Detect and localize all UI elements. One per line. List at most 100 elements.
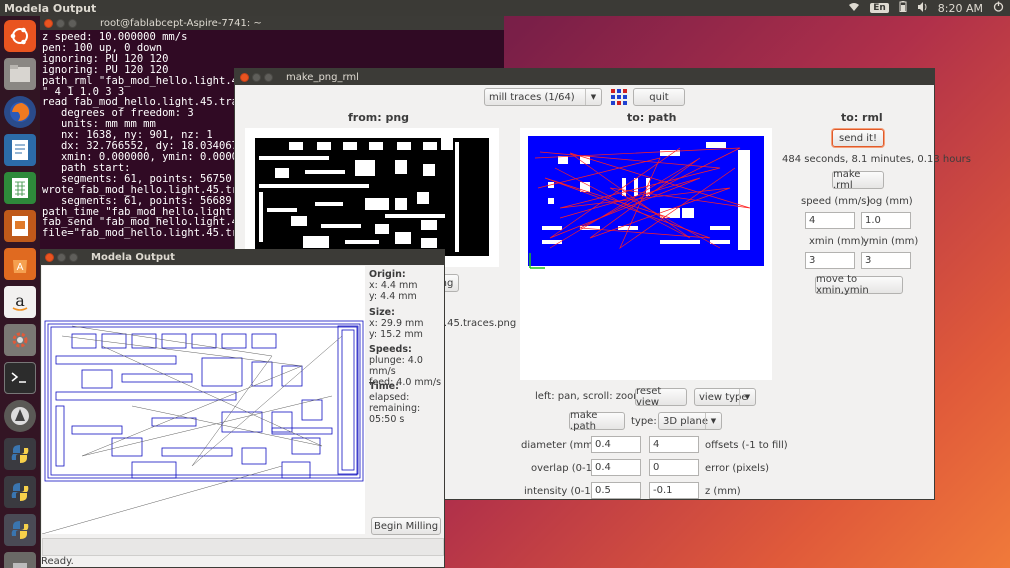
close-icon[interactable] [240,72,249,82]
plunge-speed: plunge: 4.0 mm/s [369,355,423,377]
window-title: make_png_rml [286,71,359,83]
power-icon[interactable] [993,1,1004,15]
wifi-icon[interactable] [848,2,860,15]
svg-text:A: A [17,262,24,273]
impress-icon[interactable] [4,210,36,242]
remaining-time: remaining: 05:50 s [369,403,421,425]
terminal-titlebar[interactable]: root@fablabcept-Aspire-7741: ~ [40,16,504,30]
error-label: error (pixels) [705,463,770,474]
writer-icon[interactable] [4,134,36,166]
toolpath-image [528,136,764,269]
offsets-label: offsets (-1 to fill) [705,440,788,451]
error-field[interactable]: 0 [649,459,699,476]
status-text: Ready. [41,556,74,567]
close-icon[interactable] [44,18,53,28]
maximize-icon[interactable] [68,18,77,28]
amazon-icon[interactable]: a [4,286,36,318]
active-app-title: Modela Output [4,1,97,15]
maximize-icon[interactable] [69,253,78,262]
make-path-button[interactable]: make .path [569,410,625,432]
files-icon[interactable] [4,58,36,90]
size-x: x: 29.9 mm [369,318,424,329]
move-to-xmin-ymin-button[interactable]: move to xmin,ymin [815,274,903,296]
jog-field[interactable]: 1.0 [861,212,911,229]
toolpath-outline-image [41,320,364,535]
send-it-button[interactable]: send it! [832,129,884,147]
png-preview[interactable] [245,128,499,267]
speed-field[interactable]: 4 [805,212,855,229]
column-header-rml: to: rml [841,111,883,124]
ymin-field[interactable]: 3 [861,252,911,269]
xmin-field[interactable]: 3 [805,252,855,269]
keyboard-layout-indicator[interactable]: En [870,3,889,13]
speed-label: speed (mm/s) [801,196,871,207]
make-png-rml-titlebar[interactable]: make_png_rml [235,69,934,85]
overlap-label: overlap (0-1) [531,463,596,474]
software-center-icon[interactable]: A [4,248,36,280]
size-y: y: 15.2 mm [369,329,423,340]
python-icon[interactable] [4,476,36,508]
minimize-icon[interactable] [56,18,65,28]
top-panel: Modela Output En 8:20 AM [0,0,1010,16]
type-label: type: [631,416,657,427]
z-label: z (mm) [705,486,741,497]
minimize-icon[interactable] [57,253,66,262]
terminal-icon[interactable] [4,362,36,394]
origin-heading: Origin: [369,269,406,280]
intensity-field[interactable]: 0.5 [591,482,641,499]
window-title: Modela Output [91,252,175,263]
python-icon[interactable] [4,438,36,470]
make-rml-button[interactable]: make .rml [832,169,884,191]
speeds-heading: Speeds: [369,344,412,355]
time-info: Time: elapsed: remaining: 05:50 s [369,381,444,425]
overlap-field[interactable]: 0.4 [591,459,641,476]
settings-icon[interactable] [4,324,36,356]
calc-icon[interactable] [4,172,36,204]
type-select[interactable]: 3D plane ▼ [658,412,722,430]
ubuntu-dash-icon[interactable] [4,20,36,52]
intensity-label: intensity (0-1) [524,486,595,497]
chevron-down-icon: ▼ [739,389,755,405]
chevron-down-icon: ▼ [585,89,601,105]
svg-text:a: a [15,291,25,310]
xmin-label: xmin (mm) [809,236,865,247]
minimize-icon[interactable] [252,72,261,82]
mode-select[interactable]: mill traces (1/64) ▼ [484,88,602,106]
modela-titlebar[interactable]: Modela Output [41,250,444,265]
clock[interactable]: 8:20 AM [938,2,983,15]
z-field[interactable]: -0.1 [649,482,699,499]
view-type-select[interactable]: view type ▼ [694,388,756,406]
path-preview[interactable] [520,128,772,380]
begin-milling-button[interactable]: Begin Milling [371,517,441,535]
reset-view-button[interactable]: reset view [635,386,687,408]
origin-info: Origin: x: 4.4 mm y: 4.4 mm [369,269,417,302]
chevron-down-icon: ▼ [705,413,721,429]
volume-icon[interactable] [917,1,928,15]
size-heading: Size: [369,307,395,318]
launcher: A a [0,16,40,568]
terminal-title: root@fablabcept-Aspire-7741: ~ [100,17,262,29]
maximize-icon[interactable] [264,72,273,82]
battery-icon[interactable] [899,1,907,15]
update-icon[interactable] [4,400,36,432]
view-hint: left: pan, scroll: zoom [535,391,643,402]
quit-button[interactable]: quit [633,88,685,106]
jog-label: jog (mm) [867,196,913,207]
origin-x: x: 4.4 mm [369,280,418,291]
offsets-field[interactable]: 4 [649,436,699,453]
grid-color-icon[interactable] [611,89,627,105]
progress-bar [42,538,444,556]
trash-icon[interactable] [4,552,36,568]
diameter-field[interactable]: 0.4 [591,436,641,453]
firefox-icon[interactable] [4,96,36,128]
png-traces-image [255,138,489,256]
png-filename: t.45.traces.png [440,318,517,329]
close-icon[interactable] [45,253,54,262]
origin-y: y: 4.4 mm [369,291,417,302]
ymin-label: ymin (mm) [863,236,919,247]
column-header-png: from: png [348,111,410,124]
column-header-path: to: path [627,111,677,124]
python-icon[interactable] [4,514,36,546]
toolpath-canvas[interactable] [41,266,365,535]
modela-output-window[interactable]: Modela Output Origin: x: 4.4 mm y: 4.4 m… [40,249,445,568]
